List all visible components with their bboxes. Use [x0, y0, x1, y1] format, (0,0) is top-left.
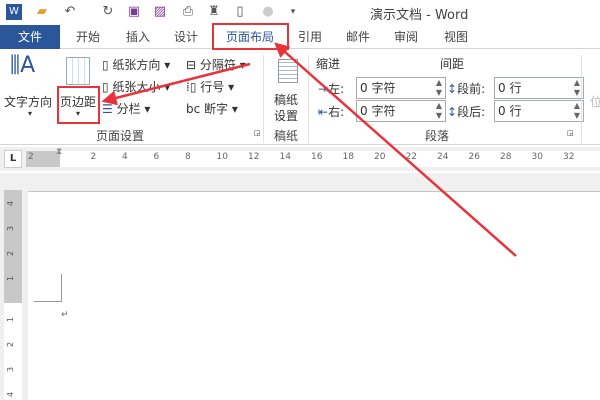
arrow-to-margins-button	[101, 62, 251, 106]
arrow-to-page-layout-tab	[274, 42, 517, 257]
annotation-arrows	[101, 42, 517, 257]
